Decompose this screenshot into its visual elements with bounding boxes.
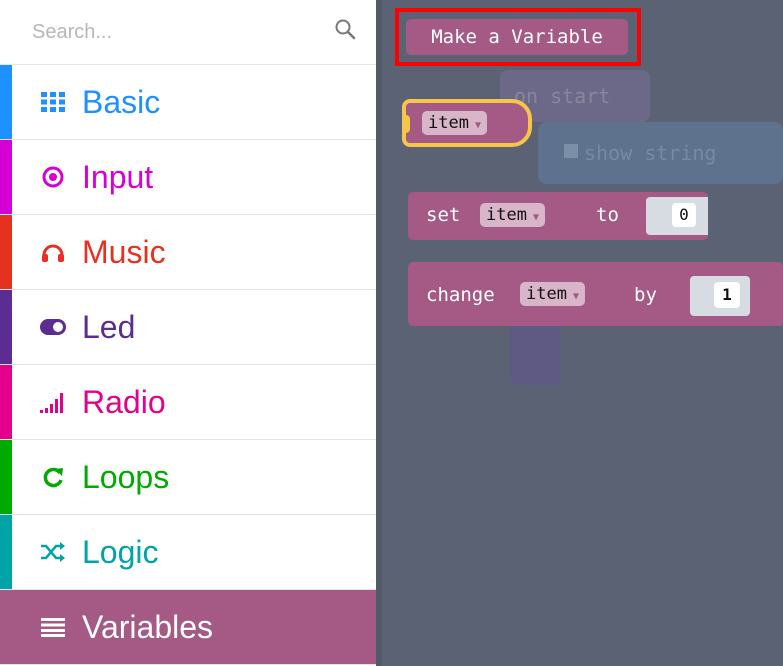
category-label: Input <box>82 158 154 195</box>
change-by-label: by <box>634 284 657 306</box>
dropdown-arrow-icon: ▼ <box>474 120 481 131</box>
category-color-bar <box>0 515 12 589</box>
blocks-workspace[interactable]: on start show string Make a Variable ite… <box>376 0 783 666</box>
dropdown-arrow-icon: ▼ <box>572 291 579 302</box>
headphones-icon <box>40 239 66 265</box>
toggle-icon <box>40 314 66 340</box>
variable-dropdown[interactable]: item ▼ <box>422 111 487 135</box>
make-variable-button[interactable]: Make a Variable <box>406 19 628 55</box>
ghost-show-string-label: show string <box>584 141 717 165</box>
category-color-bar <box>0 590 12 664</box>
category-led[interactable]: Led <box>0 290 376 365</box>
variable-name: item <box>428 113 469 133</box>
list-icon <box>40 614 66 640</box>
category-color-bar <box>0 215 12 289</box>
target-icon <box>40 164 66 190</box>
change-variable-dropdown[interactable]: item ▼ <box>520 282 585 306</box>
category-label: Music <box>82 233 166 270</box>
item-reporter-block[interactable]: item ▼ <box>402 99 532 147</box>
refresh-icon <box>40 464 66 490</box>
change-label: change <box>426 284 495 306</box>
set-to-label: to <box>596 204 619 226</box>
category-color-bar <box>0 290 12 364</box>
set-variable-name: item <box>486 205 527 225</box>
grid-icon <box>40 89 66 115</box>
category-color-bar <box>0 65 12 139</box>
category-label: Loops <box>82 458 170 495</box>
set-variable-block[interactable]: set item ▼ to 0 <box>408 192 708 240</box>
category-basic[interactable]: Basic <box>0 65 376 140</box>
toolbox: Basic Input Music Led Radio <box>0 0 376 666</box>
signal-icon <box>40 389 66 415</box>
category-color-bar <box>0 440 12 514</box>
search-icon[interactable] <box>334 18 356 40</box>
category-loops[interactable]: Loops <box>0 440 376 515</box>
category-label: Led <box>82 308 136 345</box>
category-label: Radio <box>82 383 166 420</box>
category-variables[interactable]: Variables <box>0 590 376 665</box>
set-value-input[interactable]: 0 <box>672 203 696 227</box>
category-color-bar <box>0 140 12 214</box>
category-music[interactable]: Music <box>0 215 376 290</box>
ghost-on-start-label: on start <box>514 84 611 108</box>
change-value-input[interactable]: 1 <box>714 282 740 308</box>
category-label: Basic <box>82 83 161 120</box>
workspace-border <box>376 0 382 666</box>
change-variable-name: item <box>526 284 567 304</box>
change-variable-block[interactable]: change item ▼ by 1 <box>408 262 783 326</box>
shuffle-icon <box>40 539 66 565</box>
search-input[interactable] <box>30 16 324 48</box>
category-label: Variables <box>82 608 214 645</box>
category-input[interactable]: Input <box>0 140 376 215</box>
puzzle-tab <box>402 115 410 133</box>
set-label: set <box>426 204 461 226</box>
category-logic[interactable]: Logic <box>0 515 376 590</box>
search-bar <box>0 0 376 65</box>
dropdown-arrow-icon: ▼ <box>532 212 539 223</box>
ghost-grid-icon <box>564 144 578 158</box>
category-color-bar <box>0 365 12 439</box>
category-label: Logic <box>82 533 159 570</box>
set-variable-dropdown[interactable]: item ▼ <box>480 203 545 227</box>
category-radio[interactable]: Radio <box>0 365 376 440</box>
